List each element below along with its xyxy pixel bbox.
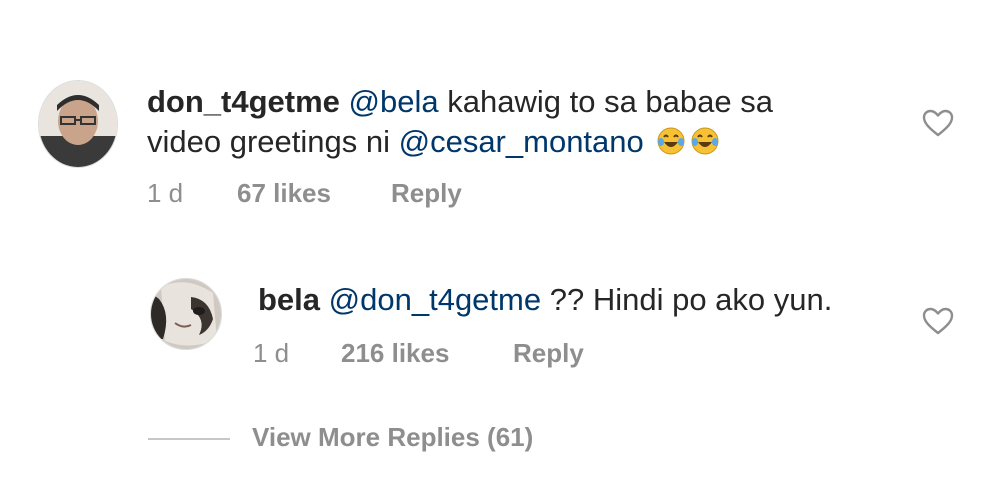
avatar[interactable]: [150, 278, 222, 350]
reply-comment: bela @don_t4getme ?? Hindi po ako yun. 1…: [0, 240, 1000, 400]
avatar[interactable]: [38, 80, 118, 168]
avatar-image: [39, 81, 117, 167]
like-count[interactable]: 67 likes: [237, 178, 331, 209]
mention-link[interactable]: @cesar_montano: [399, 124, 644, 159]
heart-icon[interactable]: [921, 306, 955, 336]
reply-button[interactable]: Reply: [513, 338, 584, 369]
comment-text-line-2: video greetings ni @cesar_montano: [147, 122, 720, 162]
comment-timestamp[interactable]: 1 d: [147, 178, 183, 209]
view-more-replies-label[interactable]: View More Replies (61): [252, 422, 533, 453]
laughing-tears-emoji: [691, 127, 719, 155]
mention-link[interactable]: @don_t4getme: [329, 282, 541, 317]
comment-username[interactable]: don_t4getme: [147, 84, 340, 119]
comment-text-part: kahawig to sa babae sa: [438, 84, 773, 119]
comment-text: bela @don_t4getme ?? Hindi po ako yun.: [258, 280, 832, 320]
comment-text-part: video greetings ni: [147, 124, 399, 159]
comment-timestamp[interactable]: 1 d: [253, 338, 289, 369]
comment-text: don_t4getme @bela kahawig to sa babae sa: [147, 82, 773, 122]
reply-button[interactable]: Reply: [391, 178, 462, 209]
comment-text-part: ?? Hindi po ako yun.: [541, 282, 833, 317]
avatar-image: [151, 279, 221, 349]
like-count[interactable]: 216 likes: [341, 338, 449, 369]
heart-icon[interactable]: [921, 108, 955, 138]
comment: don_t4getme @bela kahawig to sa babae sa…: [0, 0, 1000, 240]
comment-meta: 1 d 67 likes Reply: [147, 178, 547, 210]
comment-username[interactable]: bela: [258, 282, 320, 317]
comment-meta: 1 d 216 likes Reply: [253, 338, 653, 370]
divider-line: [148, 438, 230, 440]
mention-link[interactable]: @bela: [349, 84, 439, 119]
laughing-tears-emoji: [657, 127, 685, 155]
